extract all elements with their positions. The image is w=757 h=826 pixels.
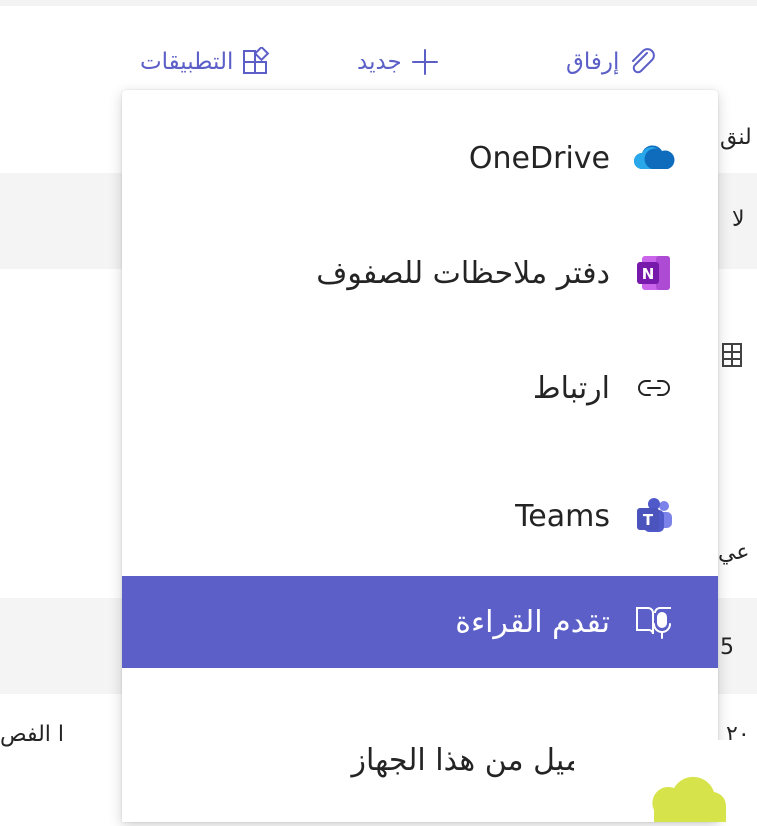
bg-row-value: 5 bbox=[720, 635, 734, 660]
menu-item-onedrive[interactable]: OneDrive bbox=[122, 112, 718, 204]
new-label: جديد bbox=[357, 49, 402, 75]
overlay-card bbox=[574, 740, 757, 822]
bg-heading-text: لنق bbox=[720, 125, 752, 150]
menu-item-class-notebook[interactable]: N دفتر ملاحظات للصفوف bbox=[122, 227, 718, 319]
bg-row-text: ا الفص bbox=[0, 722, 65, 747]
menu-item-label: OneDrive bbox=[468, 140, 610, 176]
menu-item-label: تقدم القراءة bbox=[455, 604, 610, 640]
apps-label: التطبيقات bbox=[140, 49, 234, 75]
menu-item-label: ارتباط bbox=[532, 370, 610, 406]
menu-item-reading-progress[interactable]: تقدم القراءة bbox=[122, 576, 718, 668]
apps-button[interactable]: التطبيقات bbox=[140, 40, 271, 84]
menu-item-link[interactable]: ارتباط bbox=[122, 342, 718, 434]
attach-menu: OneDrive N دفتر ملاحظات للصفوف ارتباط T … bbox=[122, 90, 718, 822]
new-button[interactable]: جديد bbox=[357, 40, 440, 84]
menu-item-label: دفتر ملاحظات للصفوف bbox=[316, 255, 610, 291]
paperclip-icon bbox=[627, 47, 657, 77]
bg-label-text: عي bbox=[718, 540, 750, 565]
cloud-logo-icon bbox=[652, 776, 727, 822]
teams-icon: T bbox=[632, 494, 676, 538]
apps-icon bbox=[241, 47, 271, 77]
menu-item-teams[interactable]: T Teams bbox=[122, 470, 718, 562]
attach-button[interactable]: إرفاق bbox=[566, 40, 657, 84]
link-icon bbox=[632, 366, 676, 410]
reading-progress-icon bbox=[632, 600, 676, 644]
svg-text:T: T bbox=[643, 511, 654, 529]
plus-icon bbox=[410, 47, 440, 77]
menu-item-label: Teams bbox=[515, 498, 610, 534]
top-divider bbox=[0, 0, 757, 6]
bg-row-text: لا bbox=[732, 207, 745, 232]
attach-label: إرفاق bbox=[566, 49, 620, 75]
menu-item-label: تحميل من هذا الجهاز bbox=[351, 742, 610, 778]
table-icon bbox=[722, 342, 744, 374]
onedrive-icon bbox=[632, 136, 676, 180]
onenote-class-notebook-icon: N bbox=[632, 251, 676, 295]
svg-text:N: N bbox=[642, 265, 655, 283]
